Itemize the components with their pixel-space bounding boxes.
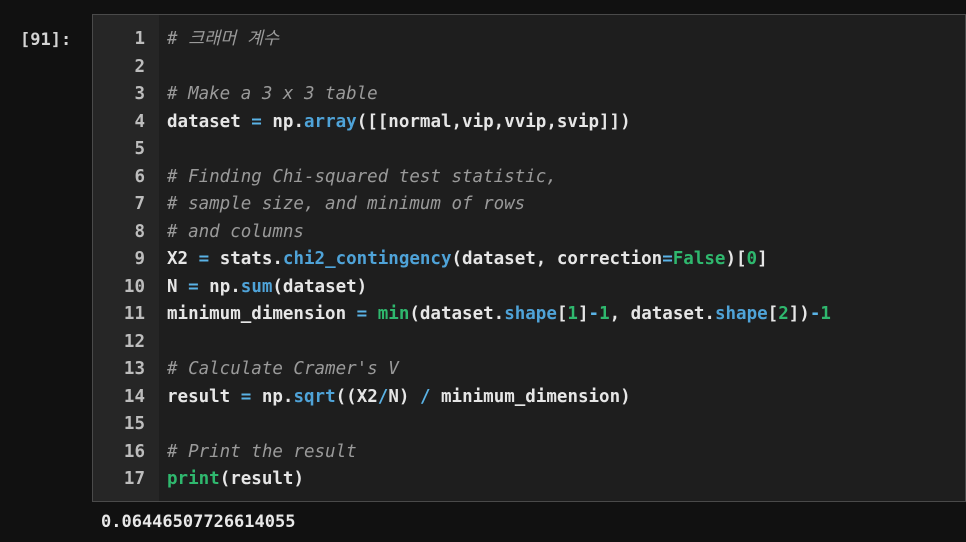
line-number: 16 (123, 441, 145, 462)
code-line[interactable]: 13 # Calculate Cramer's V (93, 356, 965, 384)
code-text: # 크래머 계수 (167, 29, 280, 49)
code-line[interactable]: 8 # and columns (93, 219, 965, 247)
code-line[interactable]: 3 # Make a 3 x 3 table (93, 81, 965, 109)
cell-output: 0.06446507726614055 (101, 512, 296, 532)
code-text: N = np.sum(dataset) (167, 276, 368, 297)
line-number: 4 (134, 111, 145, 132)
line-number: 3 (134, 84, 145, 104)
code-line[interactable]: 16 # Print the result (93, 439, 965, 467)
line-number: 11 (123, 304, 145, 324)
line-number: 2 (134, 56, 145, 77)
code-text: minimum_dimension = min(dataset.shape[1]… (167, 304, 831, 324)
code-text: # Make a 3 x 3 table (167, 84, 378, 104)
code-line[interactable]: 1 # 크래머 계수 (93, 26, 965, 54)
code-line[interactable]: 11 minimum_dimension = min(dataset.shape[… (93, 301, 965, 329)
code-line[interactable]: 12 (93, 329, 965, 357)
code-line[interactable]: 4 dataset = np.array([[normal,vip,vvip,sv… (93, 109, 965, 137)
code-line[interactable]: 15 (93, 411, 965, 439)
code-lines: 1 # 크래머 계수 2 3 # Make a 3 x 3 table 4 dataset … (93, 26, 965, 494)
line-number: 12 (123, 331, 145, 352)
code-text: # Finding Chi-squared test statistic, (167, 166, 557, 187)
code-text: X2 = stats.chi2_contingency(dataset, cor… (167, 249, 768, 269)
line-number: 17 (123, 469, 145, 489)
code-text: dataset = np.array([[normal,vip,vvip,svi… (167, 111, 631, 132)
code-line[interactable]: 17 print(result) (93, 466, 965, 494)
code-line[interactable]: 9 X2 = stats.chi2_contingency(dataset, co… (93, 246, 965, 274)
code-text: # and columns (167, 221, 304, 242)
code-text: # Print the result (167, 441, 357, 462)
code-text: result = np.sqrt((X2/N) / minimum_dimens… (167, 386, 631, 407)
line-number: 5 (134, 139, 145, 159)
code-line[interactable]: 2 (93, 54, 965, 82)
code-line[interactable]: 6 # Finding Chi-squared test statistic, (93, 164, 965, 192)
code-text: # sample size, and minimum of rows (167, 194, 526, 214)
line-number: 10 (123, 276, 145, 297)
line-number: 1 (134, 29, 145, 49)
line-number: 8 (134, 221, 145, 242)
line-number: 6 (134, 166, 145, 187)
code-line[interactable]: 10 N = np.sum(dataset) (93, 274, 965, 302)
line-number: 15 (123, 414, 145, 434)
code-text: # Calculate Cramer's V (167, 359, 399, 379)
code-line[interactable]: 5 (93, 136, 965, 164)
code-text: print(result) (167, 469, 304, 489)
code-line[interactable]: 14 result = np.sqrt((X2/N) / minimum_dime… (93, 384, 965, 412)
line-number: 13 (123, 359, 145, 379)
line-number: 14 (123, 386, 145, 407)
line-number: 9 (134, 249, 145, 269)
code-line[interactable]: 7 # sample size, and minimum of rows (93, 191, 965, 219)
code-cell-editor[interactable]: 1 # 크래머 계수 2 3 # Make a 3 x 3 table 4 dataset … (92, 14, 966, 502)
line-number: 7 (134, 194, 145, 214)
execution-count-prompt: [91]: (20, 30, 72, 50)
